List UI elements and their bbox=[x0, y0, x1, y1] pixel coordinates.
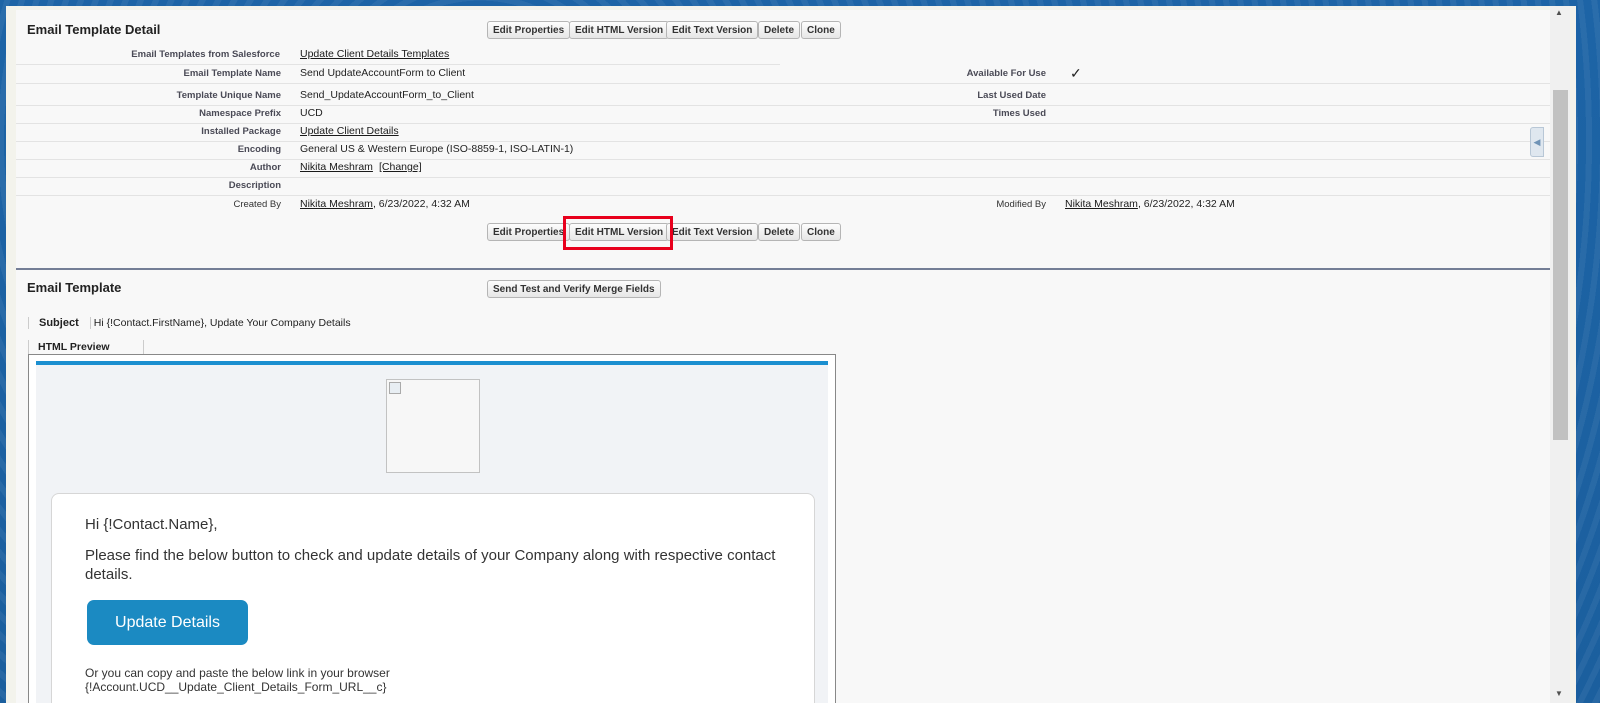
available-for-use-label: Available For Use bbox=[966, 68, 1046, 79]
installed-package-link[interactable]: Update Client Details bbox=[300, 125, 399, 137]
created-by-label: Created By bbox=[233, 199, 281, 210]
modified-by-value: Nikita Meshram, 6/23/2022, 4:32 AM bbox=[1065, 198, 1235, 210]
subject-label: Subject bbox=[28, 317, 79, 329]
created-by-link[interactable]: Nikita Meshram bbox=[300, 198, 373, 210]
created-by-value: Nikita Meshram, 6/23/2022, 4:32 AM bbox=[300, 198, 470, 210]
encoding-label: Encoding bbox=[237, 144, 281, 155]
email-copy-note: Or you can copy and paste the below link… bbox=[85, 666, 390, 694]
merge-field-link: {!Account.UCD__Update_Client_Details_For… bbox=[85, 680, 387, 694]
delete-button-top[interactable]: Delete bbox=[758, 21, 801, 39]
row-unique-name: Template Unique Name Send_UpdateAccountF… bbox=[16, 87, 1556, 106]
template-title: Email Template bbox=[27, 280, 122, 295]
row-encoding: Encoding General US & Western Europe (IS… bbox=[16, 141, 1556, 160]
edit-text-version-button-top[interactable]: Edit Text Version bbox=[666, 21, 759, 39]
copy-text: Or you can copy and paste the below link… bbox=[85, 666, 390, 680]
author-label: Author bbox=[249, 162, 281, 173]
scroll-up-arrow-icon[interactable]: ▲ bbox=[1555, 8, 1563, 17]
row-namespace: Namespace Prefix UCD Times Used bbox=[16, 105, 1556, 124]
edit-text-version-button-bottom[interactable]: Edit Text Version bbox=[666, 223, 759, 241]
clone-button-top[interactable]: Clone bbox=[801, 21, 841, 39]
broken-image-icon bbox=[389, 382, 401, 394]
send-test-button[interactable]: Send Test and Verify Merge Fields bbox=[487, 280, 661, 298]
edit-properties-button-top[interactable]: Edit Properties bbox=[487, 21, 571, 39]
row-description: Description bbox=[16, 177, 1556, 196]
update-details-button[interactable]: Update Details bbox=[87, 600, 248, 645]
edit-html-version-button-top[interactable]: Edit HTML Version bbox=[569, 21, 670, 39]
installed-package-label: Installed Package bbox=[201, 126, 281, 137]
edit-properties-button-bottom[interactable]: Edit Properties bbox=[487, 223, 571, 241]
tab-html-preview[interactable]: HTML Preview bbox=[28, 340, 144, 354]
collapse-arrow-icon[interactable]: ◀ bbox=[1530, 127, 1544, 157]
scrollbar-thumb[interactable] bbox=[1553, 90, 1568, 440]
subject-value: Hi {!Contact.FirstName}, Update Your Com… bbox=[89, 317, 351, 329]
broken-image-placeholder bbox=[386, 379, 480, 473]
author-change-link[interactable]: [Change] bbox=[379, 161, 422, 173]
template-name-label: Email Template Name bbox=[183, 68, 281, 79]
row-template-name: Email Template Name Send UpdateAccountFo… bbox=[16, 65, 1556, 84]
encoding-value: General US & Western Europe (ISO-8859-1,… bbox=[300, 143, 574, 155]
modified-date: , 6/23/2022, 4:32 AM bbox=[1137, 198, 1235, 210]
row-folder: Email Templates from Salesforce Update C… bbox=[16, 46, 780, 65]
email-template-detail-section: Email Template Detail Edit Properties Ed… bbox=[16, 10, 1556, 268]
row-created-modified: Created By Nikita Meshram, 6/23/2022, 4:… bbox=[16, 195, 1556, 213]
email-template-section: Email Template Send Test and Verify Merg… bbox=[16, 268, 1556, 703]
subject-row: Subject Hi {!Contact.FirstName}, Update … bbox=[28, 317, 351, 329]
available-checkmark-icon: ✓ bbox=[1070, 65, 1082, 81]
clone-button-bottom[interactable]: Clone bbox=[801, 223, 841, 241]
times-used-label: Times Used bbox=[992, 108, 1046, 119]
html-preview-frame: Hi {!Contact.Name}, Please find the belo… bbox=[28, 354, 836, 703]
template-name-value: Send UpdateAccountForm to Client bbox=[300, 67, 466, 79]
highlight-box bbox=[563, 216, 673, 250]
email-body: Hi {!Contact.Name}, Please find the belo… bbox=[36, 361, 828, 703]
email-paragraph: Please find the below button to check an… bbox=[85, 547, 776, 583]
namespace-label: Namespace Prefix bbox=[199, 108, 281, 119]
row-installed-package: Installed Package Update Client Details bbox=[16, 123, 1556, 142]
folder-link[interactable]: Update Client Details Templates bbox=[300, 48, 449, 60]
created-date: , 6/23/2022, 4:32 AM bbox=[372, 198, 470, 210]
detail-title: Email Template Detail bbox=[27, 22, 161, 37]
unique-name-value: Send_UpdateAccountForm_to_Client bbox=[300, 89, 474, 101]
delete-button-bottom[interactable]: Delete bbox=[758, 223, 801, 241]
modified-by-link[interactable]: Nikita Meshram bbox=[1065, 198, 1138, 210]
namespace-value: UCD bbox=[300, 107, 323, 119]
author-link[interactable]: Nikita Meshram bbox=[300, 161, 373, 173]
modified-by-label: Modified By bbox=[996, 199, 1046, 210]
row-author: Author Nikita Meshram [Change] bbox=[16, 159, 1556, 178]
unique-name-label: Template Unique Name bbox=[176, 90, 281, 101]
email-card: Hi {!Contact.Name}, Please find the belo… bbox=[51, 493, 815, 703]
email-greeting: Hi {!Contact.Name}, bbox=[85, 516, 218, 533]
last-used-date-label: Last Used Date bbox=[977, 90, 1046, 101]
scroll-down-arrow-icon[interactable]: ▼ bbox=[1555, 689, 1563, 698]
page-content: Email Template Detail Edit Properties Ed… bbox=[6, 6, 1576, 703]
description-label: Description bbox=[228, 180, 281, 191]
folder-label: Email Templates from Salesforce bbox=[131, 49, 280, 60]
